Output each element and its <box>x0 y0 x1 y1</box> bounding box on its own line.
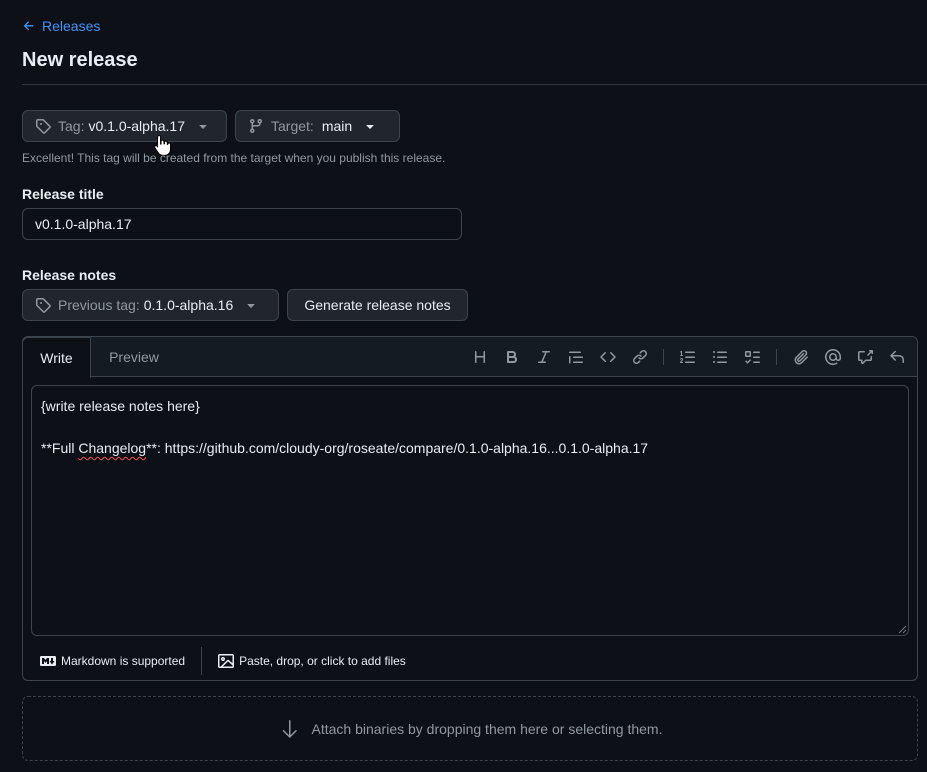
tag-icon <box>36 298 51 313</box>
tag-hint-text: Excellent! This tag will be created from… <box>22 151 446 165</box>
header-divider <box>22 84 927 85</box>
bold-button[interactable] <box>500 345 524 369</box>
reference-button[interactable] <box>853 345 877 369</box>
editor-header: Write Preview <box>22 337 917 378</box>
mention-icon <box>825 349 841 365</box>
tag-picker-prefix: Tag: <box>58 118 85 134</box>
markdown-editor: Write Preview {write release notes here}… <box>22 336 918 681</box>
back-link-label: Releases <box>42 18 101 34</box>
ordered-list-icon <box>680 351 695 363</box>
caret-down-icon <box>199 125 207 129</box>
arrow-left-icon <box>23 21 34 31</box>
tag-picker-button[interactable]: Tag: v0.1.0-alpha.17 <box>22 110 227 142</box>
resize-grip-icon[interactable] <box>897 624 907 634</box>
target-picker-button[interactable]: Target: main <box>235 110 400 142</box>
back-to-releases-link[interactable]: Releases <box>22 16 100 36</box>
italic-icon <box>538 351 550 363</box>
caret-down-icon <box>366 125 374 129</box>
toolbar-divider <box>776 349 777 365</box>
italic-button[interactable] <box>532 345 556 369</box>
cross-reference-icon <box>858 350 873 364</box>
spellcheck-word: Changelog <box>78 440 147 456</box>
toolbar-divider <box>663 349 664 365</box>
ordered-list-button[interactable] <box>676 345 700 369</box>
image-icon <box>218 654 235 668</box>
previous-tag-value: 0.1.0-alpha.16 <box>143 297 234 313</box>
markdown-supported-label: Markdown is supported <box>61 654 186 668</box>
attach-files-label: Paste, drop, or click to add files <box>239 654 406 668</box>
link-button[interactable] <box>628 345 652 369</box>
attach-files-link[interactable]: Paste, drop, or click to add files <box>218 653 406 669</box>
notes-line-3-post: **: https://github.com/cloudy-org/roseat… <box>146 440 649 456</box>
release-notes-label: Release notes <box>22 267 117 283</box>
undo-icon <box>890 350 904 363</box>
task-list-button[interactable] <box>740 345 764 369</box>
binaries-dropzone[interactable]: Attach binaries by dropping them here or… <box>22 696 918 761</box>
notes-line-blank <box>41 417 899 438</box>
markdown-supported-link[interactable]: Markdown is supported <box>40 653 185 669</box>
target-picker-value: main <box>321 118 353 134</box>
code-button[interactable] <box>596 345 620 369</box>
caret-down-icon <box>247 304 255 308</box>
unordered-list-icon <box>713 351 727 363</box>
arrow-down-icon <box>282 719 297 738</box>
editor-footer: Markdown is supported Paste, drop, or cl… <box>23 642 917 680</box>
quote-icon <box>569 351 583 364</box>
notes-line-3-pre: **Full <box>41 440 79 456</box>
unordered-list-button[interactable] <box>708 345 732 369</box>
previous-tag-picker-button[interactable]: Previous tag: 0.1.0-alpha.16 <box>22 289 279 321</box>
undo-button[interactable] <box>885 345 909 369</box>
heading-button[interactable] <box>468 345 492 369</box>
bold-icon <box>507 351 518 363</box>
attach-button[interactable] <box>789 345 813 369</box>
release-title-label: Release title <box>22 186 104 202</box>
tab-write[interactable]: Write <box>22 337 91 378</box>
task-list-icon <box>745 351 760 364</box>
target-picker-prefix: Target: <box>271 118 314 134</box>
notes-line-1: {write release notes here} <box>41 398 200 414</box>
dropzone-text: Attach binaries by dropping them here or… <box>311 720 663 737</box>
mention-button[interactable] <box>821 345 845 369</box>
tag-picker-value: v0.1.0-alpha.17 <box>88 118 185 134</box>
previous-tag-prefix: Previous tag: <box>58 297 140 313</box>
generate-release-notes-button[interactable]: Generate release notes <box>287 289 468 321</box>
generate-release-notes-label: Generate release notes <box>304 297 451 313</box>
footer-divider <box>201 647 203 675</box>
tab-preview[interactable]: Preview <box>93 337 175 377</box>
page-title: New release <box>22 49 138 71</box>
release-title-input[interactable] <box>22 208 462 240</box>
quote-button[interactable] <box>564 345 588 369</box>
tag-icon <box>36 119 51 134</box>
code-icon <box>600 351 616 363</box>
notes-line-3: **Full Changelog**: https://github.com/c… <box>41 438 899 459</box>
paperclip-icon <box>794 350 808 365</box>
markdown-icon <box>40 656 56 666</box>
heading-icon <box>475 351 485 363</box>
git-branch-icon <box>249 119 262 134</box>
release-notes-textarea[interactable]: {write release notes here} **Full Change… <box>31 385 909 636</box>
link-icon <box>632 349 648 365</box>
